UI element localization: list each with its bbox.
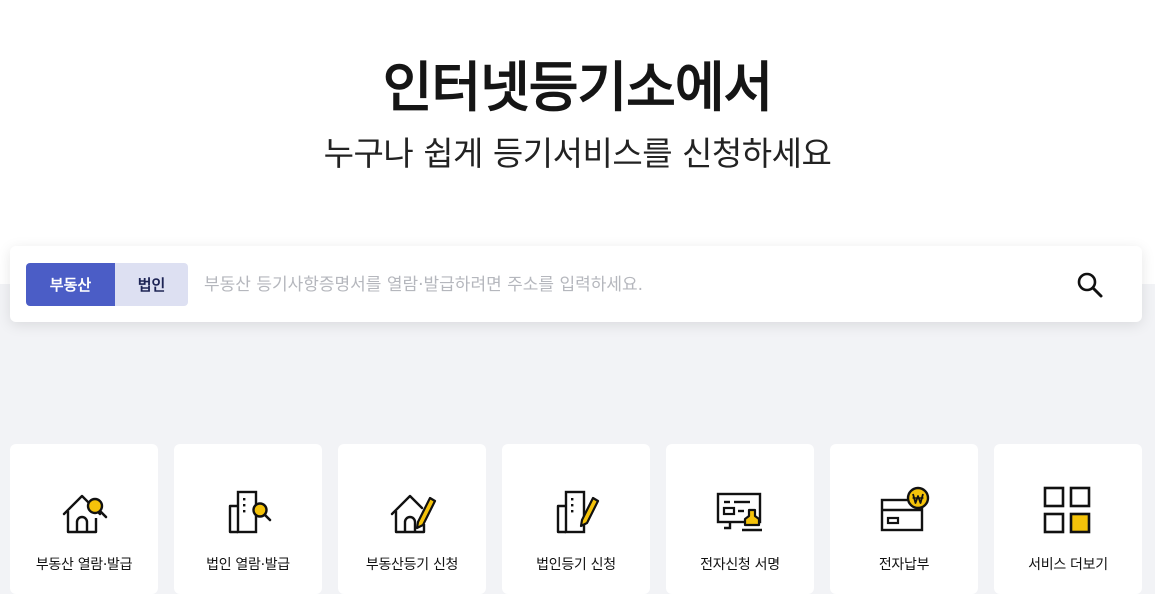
grid-icon	[1038, 484, 1098, 540]
service-label: 전자납부	[878, 557, 930, 573]
search-type-tabs: 부동산 법인	[26, 263, 188, 306]
service-label: 전자신청 서명	[700, 557, 780, 573]
page-title: 인터넷등기소에서	[382, 56, 773, 119]
service-e-payment[interactable]: 전자납부	[830, 444, 978, 594]
building-search-icon	[218, 484, 278, 540]
service-real-estate-view[interactable]: 부동산 열람·발급	[10, 444, 158, 594]
search-icon	[1077, 272, 1103, 298]
service-label: 법인 열람·발급	[206, 557, 290, 573]
building-pen-icon	[546, 484, 606, 540]
service-label: 부동산 열람·발급	[35, 557, 133, 573]
house-pen-icon	[382, 484, 442, 540]
service-e-sign[interactable]: 전자신청 서명	[666, 444, 814, 594]
service-shortcuts: 부동산 열람·발급 법인 열람·발급 부동산등기 신청 법인등기 신청 전자신청…	[10, 444, 1142, 594]
document-stamp-icon	[710, 484, 770, 540]
service-real-estate-apply[interactable]: 부동산등기 신청	[338, 444, 486, 594]
service-label: 법인등기 신청	[536, 557, 616, 573]
house-search-icon	[54, 484, 114, 540]
search-panel: 부동산 법인	[10, 246, 1142, 322]
search-button[interactable]	[1070, 266, 1110, 304]
service-corporation-apply[interactable]: 법인등기 신청	[502, 444, 650, 594]
won-card-icon	[874, 484, 934, 540]
address-search-input[interactable]	[200, 263, 1040, 306]
service-label: 부동산등기 신청	[365, 557, 459, 573]
tab-corporation[interactable]: 법인	[115, 263, 188, 306]
service-more[interactable]: 서비스 더보기	[994, 444, 1142, 594]
page-subtitle: 누구나 쉽게 등기서비스를 신청하세요	[323, 134, 832, 173]
tab-real-estate[interactable]: 부동산	[26, 263, 115, 306]
service-label: 서비스 더보기	[1028, 557, 1108, 573]
service-corporation-view[interactable]: 법인 열람·발급	[174, 444, 322, 594]
